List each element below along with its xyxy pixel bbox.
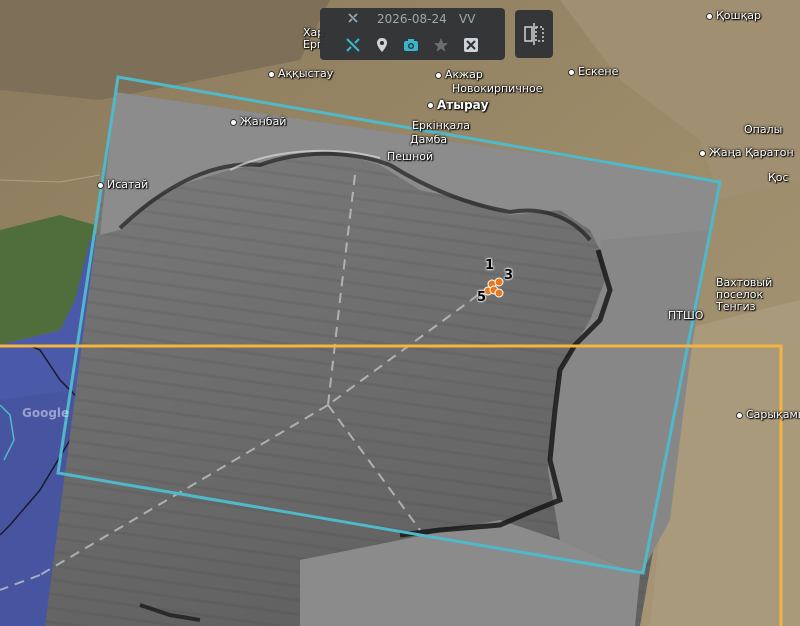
acquisition-date: 2026-08-24 xyxy=(377,12,447,26)
place-name: Қос xyxy=(768,171,789,184)
google-watermark: Google xyxy=(22,406,70,420)
satellite-icon xyxy=(347,12,359,27)
place-dot-icon xyxy=(268,70,275,78)
image-info-row: 2026-08-24 VV xyxy=(320,8,505,30)
place-name: Жанбай xyxy=(240,115,287,128)
image-toolbar: 2026-08-24 VV xyxy=(320,8,505,60)
place-dot-icon xyxy=(699,149,706,157)
camera-icon xyxy=(404,39,418,51)
satellite-button[interactable] xyxy=(342,34,364,56)
place-name: Опалы xyxy=(744,123,783,136)
detection-marker[interactable] xyxy=(494,288,504,298)
toolbar-buttons xyxy=(320,34,505,58)
place-label-kos: Қос xyxy=(768,172,789,184)
place-label-isatay: Исатай xyxy=(97,179,148,191)
place-dot-icon xyxy=(435,71,442,79)
satellite-icon xyxy=(346,38,360,52)
place-label-erkinkala: Еркінқала xyxy=(412,120,470,132)
place-name: Еркінқала xyxy=(412,119,470,132)
place-dot-icon xyxy=(97,181,104,189)
place-name: Аққыстау xyxy=(278,67,334,80)
place-dot-icon xyxy=(230,118,237,126)
place-name: Ескене xyxy=(578,65,619,78)
place-dot-icon xyxy=(427,102,434,109)
place-label-damba: Дамба xyxy=(410,134,447,146)
place-label-akkystau: Аққыстау xyxy=(268,68,333,80)
place-name: Акжар xyxy=(445,68,483,81)
place-label-eskene: Ескене xyxy=(568,66,618,78)
place-name: Исатай xyxy=(107,178,149,191)
detection-marker[interactable] xyxy=(494,277,504,287)
place-label-akzhar: Акжар xyxy=(435,69,483,81)
place-name: Тенгиз xyxy=(716,300,756,313)
crop-button[interactable] xyxy=(460,34,482,56)
marker-label[interactable]: 1 xyxy=(485,258,494,273)
star-icon xyxy=(434,38,448,52)
location-pin-icon xyxy=(377,38,387,52)
place-label-koshkar: Қошқар xyxy=(706,10,761,22)
favorite-button[interactable] xyxy=(430,34,452,56)
place-name: Дамба xyxy=(410,133,448,146)
place-dot-icon xyxy=(736,411,743,419)
place-label-peshnoy: Пешной xyxy=(387,151,433,163)
snapshot-button[interactable] xyxy=(400,34,422,56)
marker-label[interactable]: 5 xyxy=(477,290,486,305)
place-dot-icon xyxy=(706,12,713,20)
place-label-ptsho: ПТШО xyxy=(668,310,703,322)
split-compare-icon xyxy=(524,23,544,45)
place-name: Жаңа Қаратон xyxy=(709,146,794,159)
compare-button[interactable] xyxy=(515,10,553,58)
place-name: Новокирпичное xyxy=(452,82,543,95)
place-name: Пешной xyxy=(387,150,434,163)
place-name: Атырау xyxy=(437,98,489,112)
crop-icon xyxy=(464,38,478,52)
place-label-bakhtovy-3: Тенгиз xyxy=(716,301,755,313)
place-name: Сарықамы xyxy=(746,408,800,421)
location-button[interactable] xyxy=(371,34,393,56)
place-label-sarykamys: Сарықамы xyxy=(736,409,800,421)
place-label-zhanbai: Жанбай xyxy=(230,116,286,128)
place-name: Қошқар xyxy=(716,9,761,22)
marker-label[interactable]: 3 xyxy=(504,268,513,283)
place-label-novokirpichnoe: Новокирпичное xyxy=(452,83,543,95)
polarization-label: VV xyxy=(459,12,476,26)
place-label-opaly: Опалы xyxy=(744,124,782,136)
place-name: ПТШО xyxy=(668,309,704,322)
place-label-atyrau: Атырау xyxy=(427,99,489,111)
place-label-zhana-karaton: Жаңа Қаратон xyxy=(699,147,794,159)
place-dot-icon xyxy=(568,68,575,76)
